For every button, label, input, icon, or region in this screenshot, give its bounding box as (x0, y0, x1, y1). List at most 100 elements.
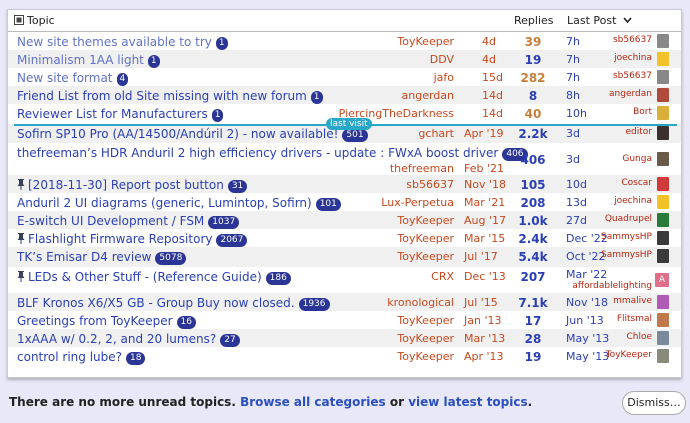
avatar[interactable] (657, 152, 669, 166)
last-poster-name[interactable]: Gunga (622, 154, 652, 164)
last-post-time[interactable]: 10h (566, 107, 587, 120)
avatar[interactable] (657, 313, 669, 327)
topic-title[interactable]: BLF Kronos X6/X5 GB - Group Buy now clos… (17, 296, 330, 311)
reply-count[interactable]: 19 (508, 350, 558, 364)
avatar[interactable] (657, 231, 669, 245)
original-poster[interactable]: ToyKeeper (397, 350, 454, 363)
reply-count[interactable]: 19 (508, 53, 558, 67)
topic-row[interactable]: E-switch UI Development / FSM 1037 ToyKeep… (8, 211, 681, 229)
topic-title-text[interactable]: control ring lube? (17, 350, 122, 364)
last-poster-name[interactable]: mmalive (613, 296, 652, 306)
reply-count[interactable]: 208 (508, 196, 558, 210)
avatar[interactable] (657, 349, 669, 363)
last-post-time[interactable]: 13d (566, 196, 587, 209)
topic-title[interactable]: Sofirn SP10 Pro (AA/14500/Andúril 2) - n… (17, 127, 368, 142)
topic-row[interactable]: BLF Kronos X6/X5 GB - Group Buy now clos… (8, 293, 681, 311)
last-post-time[interactable]: Mar '22 (566, 268, 607, 281)
reply-count[interactable]: 406 (508, 153, 558, 167)
browse-all-categories-link[interactable]: Browse all categories (240, 395, 386, 409)
unread-count-badge[interactable]: 1936 (298, 298, 330, 311)
last-post-time[interactable]: 3d (566, 153, 580, 166)
header-last-post[interactable]: Last Post (567, 14, 632, 27)
topic-title-text[interactable]: New site format (17, 71, 113, 85)
avatar[interactable] (657, 52, 669, 66)
original-poster[interactable]: Lux-Perpetua (381, 196, 454, 209)
avatar[interactable] (657, 126, 669, 140)
original-poster[interactable]: kronological (387, 296, 454, 309)
header-topic[interactable]: Topic (27, 14, 55, 27)
topic-title[interactable]: LEDs & Other Stuff - (Reference Guide) 18… (17, 270, 291, 285)
topic-row[interactable]: New site format 4 jafo 15d 282 7h sb56637 (8, 68, 681, 86)
last-post-time[interactable]: 7h (566, 71, 580, 84)
topic-title[interactable]: E-switch UI Development / FSM 1037 (17, 214, 240, 229)
select-all-checkbox-icon[interactable] (14, 14, 24, 27)
topic-title-text[interactable]: New site themes available to try (17, 35, 212, 49)
unread-count-badge[interactable]: 186 (265, 272, 291, 285)
unread-count-badge[interactable]: 1037 (208, 216, 240, 229)
last-post-time[interactable]: 10d (566, 178, 587, 191)
topic-row[interactable]: TK’s Emisar D4 review 5078 ToyKeeper Jul '1… (8, 247, 681, 267)
last-post-time[interactable]: Jun '13 (566, 314, 604, 327)
last-poster-name[interactable]: sb56637 (613, 35, 652, 45)
unread-count-badge[interactable]: 1 (211, 109, 224, 122)
topic-title-text[interactable]: Flashlight Firmware Repository (28, 232, 212, 246)
topic-title[interactable]: Minimalism 1AA light 1 (17, 53, 160, 68)
topic-title[interactable]: Friend List from old Site missing with n… (17, 89, 323, 104)
topic-title-text[interactable]: 1xAAA w/ 0.2, 2, and 20 lumens? (17, 332, 216, 346)
topic-title-text[interactable]: Minimalism 1AA light (17, 53, 144, 67)
last-post-time[interactable]: May '13 (566, 332, 609, 345)
unread-count-badge[interactable]: 1 (310, 91, 323, 104)
last-post-time[interactable]: 8h (566, 89, 580, 102)
topic-title-text[interactable]: LEDs & Other Stuff - (Reference Guide) (28, 270, 262, 284)
topic-row[interactable]: LEDs & Other Stuff - (Reference Guide) 18… (8, 267, 681, 293)
topic-title-text[interactable]: Anduril 2 UI diagrams (generic, Lumintop… (17, 196, 312, 210)
unread-count-badge[interactable]: 501 (342, 129, 368, 142)
view-latest-topics-link[interactable]: view latest topics (408, 395, 527, 409)
original-poster[interactable]: ToyKeeper (397, 214, 454, 227)
topic-title-text[interactable]: thefreeman’s HDR Anduril 2 high efficien… (17, 146, 498, 160)
last-poster-name[interactable]: affordablelighting (572, 281, 652, 291)
last-poster-name[interactable]: SammysHP (601, 232, 652, 242)
last-post-time[interactable]: 7h (566, 53, 580, 66)
topic-title-text[interactable]: Friend List from old Site missing with n… (17, 89, 307, 103)
topic-title[interactable]: Greetings from ToyKeeper 16 (17, 314, 196, 329)
topic-title-text[interactable]: Reviewer List for Manufacturers (17, 107, 208, 121)
last-poster-name[interactable]: SammysHP (601, 250, 652, 260)
reply-count[interactable]: 39 (508, 35, 558, 49)
last-post-time[interactable]: 27d (566, 214, 587, 227)
topic-row[interactable]: Anduril 2 UI diagrams (generic, Lumintop… (8, 193, 681, 211)
topic-row[interactable]: Flashlight Firmware Repository 2067 ToyKee… (8, 229, 681, 247)
topic-row[interactable]: thefreeman’s HDR Anduril 2 high efficien… (8, 143, 681, 175)
topic-title[interactable]: New site format 4 (17, 71, 129, 86)
last-post-time[interactable]: Oct '22 (566, 250, 606, 263)
reply-count[interactable]: 7.1k (508, 296, 558, 310)
topic-row[interactable]: 1xAAA w/ 0.2, 2, and 20 lumens? 27 ToyKeep… (8, 329, 681, 347)
last-poster-name[interactable]: Coscar (621, 178, 652, 188)
last-poster-name[interactable]: Quadrupel (605, 214, 652, 224)
last-post-time[interactable]: 7h (566, 35, 580, 48)
avatar[interactable] (657, 295, 669, 309)
last-poster-name[interactable]: joechina (614, 196, 652, 206)
topic-title[interactable]: thefreeman’s HDR Anduril 2 high efficien… (17, 146, 528, 161)
reply-count[interactable]: 5.4k (508, 250, 558, 264)
last-poster-name[interactable]: editor (626, 127, 653, 137)
unread-count-badge[interactable]: 1 (215, 37, 228, 50)
unread-count-badge[interactable]: 5078 (155, 252, 187, 265)
reply-count[interactable]: 40 (508, 107, 558, 121)
original-poster[interactable]: ToyKeeper (397, 314, 454, 327)
topic-title-text[interactable]: [2018-11-30] Report post button (28, 178, 224, 192)
avatar[interactable]: A (655, 273, 669, 287)
unread-count-badge[interactable]: 4 (116, 73, 129, 86)
topic-row[interactable]: New site themes available to try 1 ToyKeep… (8, 32, 681, 50)
topic-title-text[interactable]: Sofirn SP10 Pro (AA/14500/Andúril 2) - n… (17, 127, 338, 141)
last-post-time[interactable]: May '13 (566, 350, 609, 363)
topic-title-text[interactable]: Greetings from ToyKeeper (17, 314, 173, 328)
topic-title[interactable]: Anduril 2 UI diagrams (generic, Lumintop… (17, 196, 341, 211)
last-poster-name[interactable]: sb56637 (613, 71, 652, 81)
header-replies[interactable]: Replies (514, 14, 554, 27)
avatar[interactable] (657, 106, 669, 120)
reply-count[interactable]: 2.4k (508, 232, 558, 246)
original-poster[interactable]: ToyKeeper (397, 250, 454, 263)
topic-row[interactable]: control ring lube? 18 ToyKeeper Apr '13 19 Ma… (8, 347, 681, 367)
original-poster[interactable]: ToyKeeper (397, 232, 454, 245)
